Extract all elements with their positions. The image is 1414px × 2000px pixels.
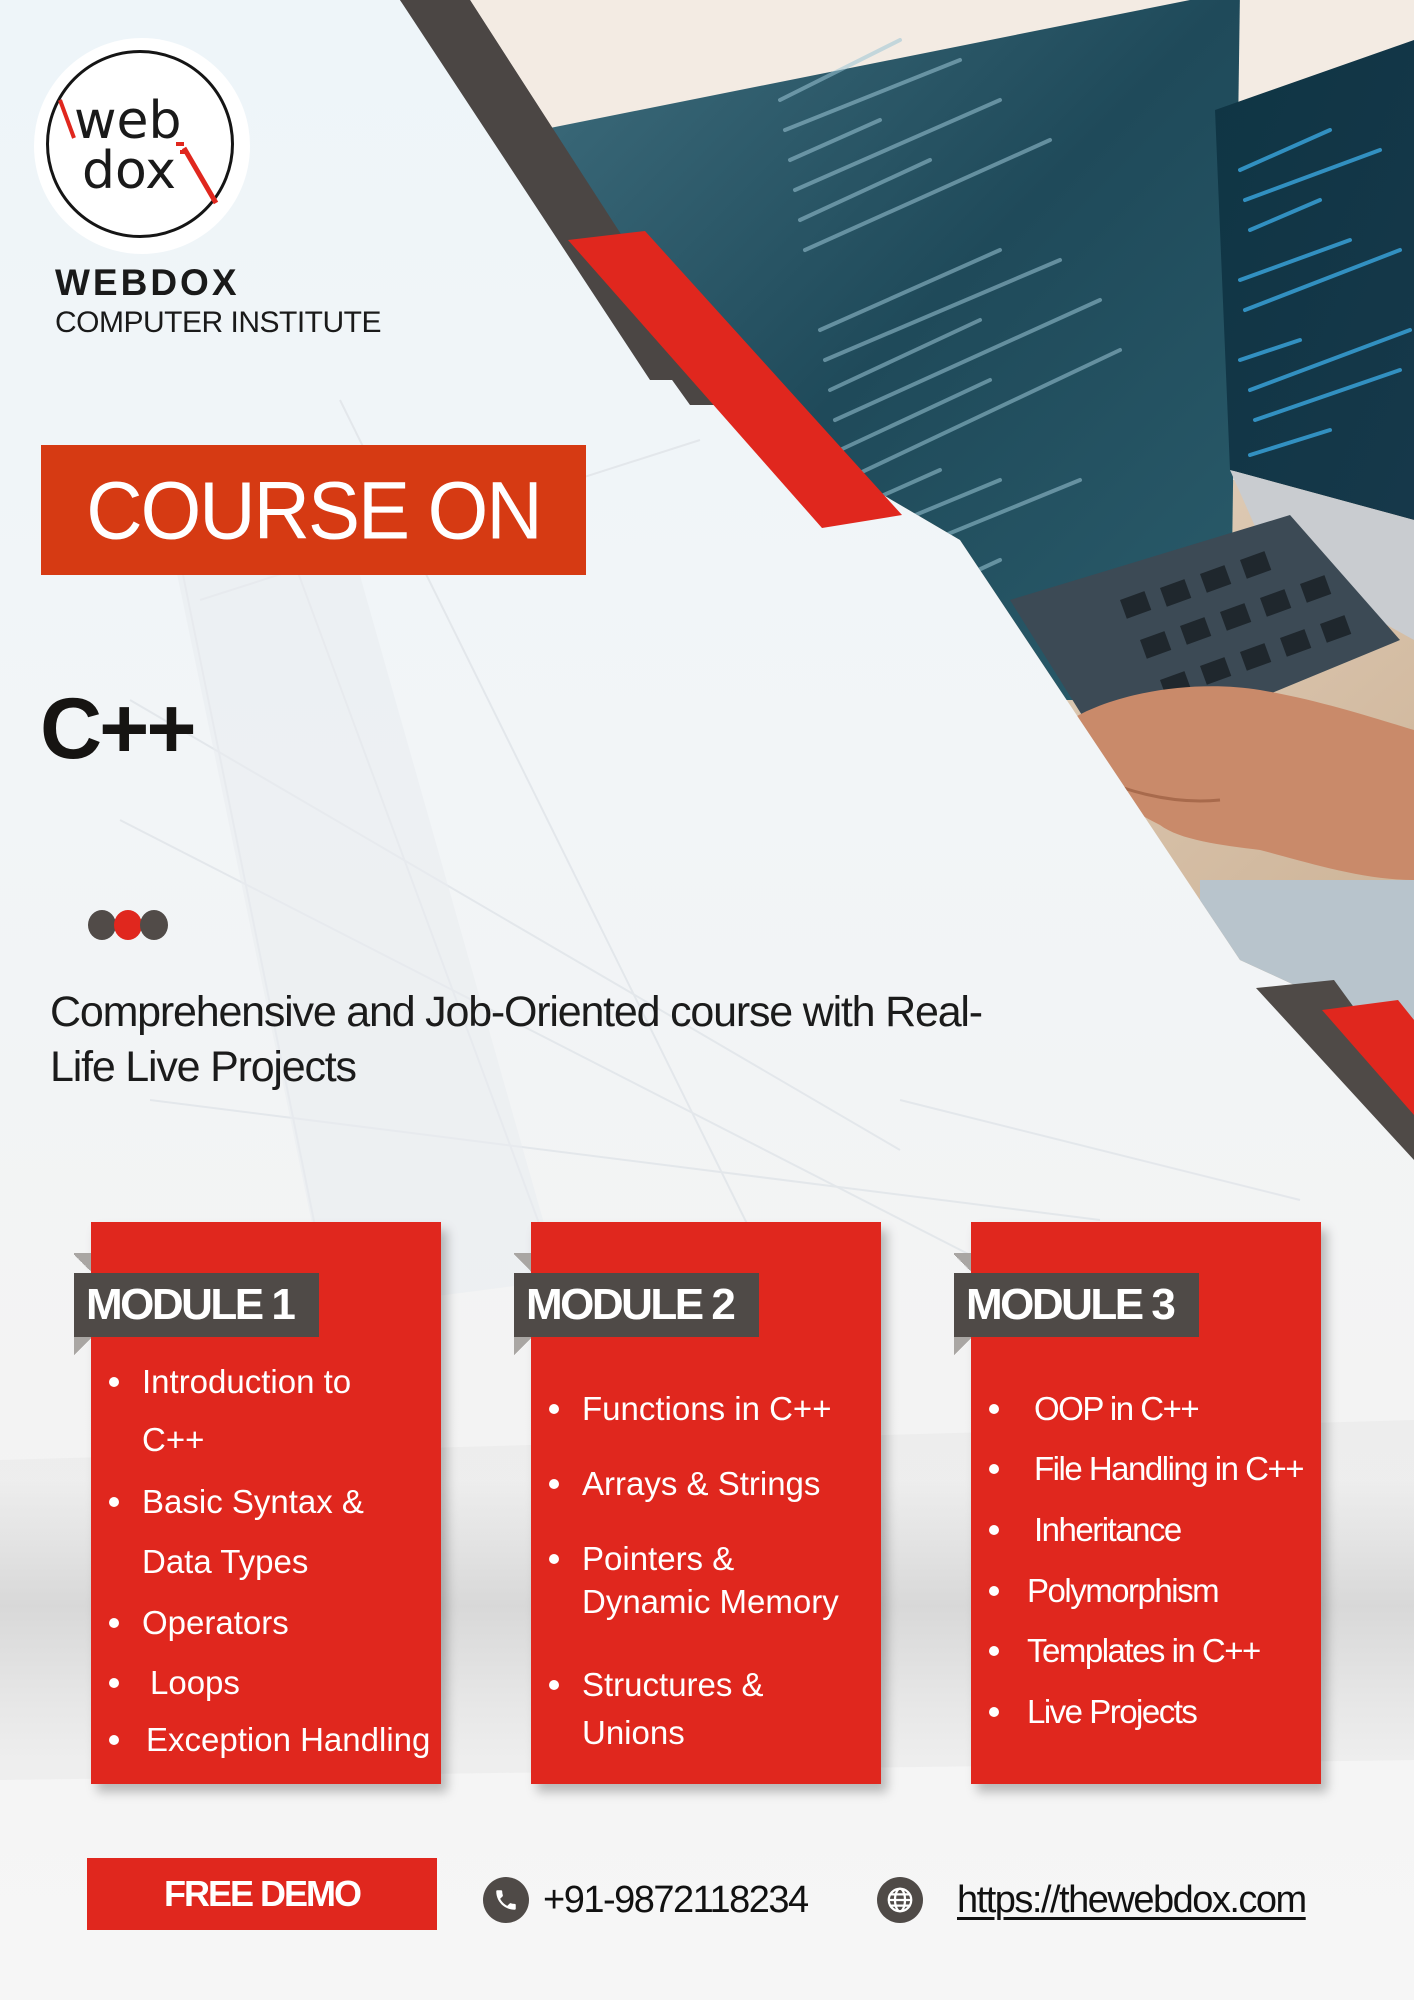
module-title: MODULE 3	[954, 1253, 1200, 1357]
module-topic: Inheritance	[989, 1505, 1182, 1555]
bullet-icon	[109, 1618, 119, 1628]
module-card-3: MODULE 3 OOP in C++ File Handling in C++…	[954, 1222, 1321, 1784]
module-card-2: MODULE 2 Functions in C++ Arrays & Strin…	[514, 1222, 881, 1784]
module-topic-continued: C++	[142, 1421, 205, 1458]
bullet-icon	[109, 1678, 119, 1688]
bullet-icon	[109, 1497, 119, 1507]
module-topic: OOP in C++	[989, 1384, 1200, 1434]
module-topic: Basic Syntax &	[109, 1477, 364, 1527]
website-contact[interactable]: https://thewebdox.com	[877, 1877, 1307, 1923]
module-topic: Polymorphism	[989, 1566, 1220, 1616]
bullet-icon	[109, 1377, 119, 1387]
brand-name: WEBDOX	[55, 262, 240, 303]
module-topic-continued: Dynamic Memory	[582, 1583, 839, 1620]
bullet-icon	[109, 1735, 119, 1745]
module-topic: Exception Handling	[109, 1715, 430, 1765]
brand-subtitle: COMPUTER INSTITUTE	[55, 306, 382, 339]
bullet-icon	[989, 1404, 999, 1414]
module-title: MODULE 2	[514, 1253, 760, 1357]
decorative-dots	[88, 910, 168, 940]
module-topic: Loops	[109, 1658, 240, 1708]
course-on-banner: COURSE ON	[41, 445, 586, 575]
tagline-line-1: Comprehensive and Job-Oriented course wi…	[50, 988, 983, 1036]
course-on-label: COURSE ON	[86, 463, 542, 556]
dot-gray	[88, 910, 116, 940]
phone-contact[interactable]: +91-9872118234	[483, 1877, 809, 1923]
dot-gray	[140, 910, 168, 940]
website-link[interactable]: https://thewebdox.com	[957, 1879, 1307, 1922]
phone-number: +91-9872118234	[543, 1878, 809, 1921]
module-topic: Templates in C++	[989, 1626, 1261, 1676]
module-title: MODULE 1	[74, 1253, 320, 1357]
bullet-icon	[989, 1525, 999, 1535]
module-topic: Introduction to	[109, 1357, 351, 1407]
bullet-icon	[989, 1464, 999, 1474]
dot-red	[114, 910, 142, 940]
course-name: C++	[40, 681, 197, 777]
desk-scene	[470, 0, 1414, 1040]
module-topic: Arrays & Strings	[549, 1459, 820, 1509]
phone-icon	[483, 1877, 529, 1923]
bullet-icon	[549, 1554, 559, 1564]
module-topic: Operators	[109, 1598, 289, 1648]
module-card-1: MODULE 1 Introduction to C++ Basic Synta…	[74, 1222, 441, 1784]
logo-text-bottom: dox	[82, 141, 176, 201]
globe-icon	[877, 1877, 923, 1923]
module-topic: Structures &	[549, 1660, 764, 1710]
webdox-logo: web dox	[34, 38, 250, 254]
bullet-icon	[549, 1680, 559, 1690]
logo-mark: web dox	[58, 91, 219, 205]
module-topic: Live Projects	[989, 1687, 1198, 1737]
bullet-icon	[989, 1586, 999, 1596]
bullet-icon	[549, 1479, 559, 1489]
free-demo-button[interactable]: FREE DEMO	[87, 1858, 437, 1930]
module-topic-continued: Unions	[582, 1714, 685, 1751]
module-topic-continued: Data Types	[142, 1543, 309, 1580]
tagline-line-2: Life Live Projects	[50, 1043, 357, 1091]
bullet-icon	[989, 1646, 999, 1656]
module-topic: Functions in C++	[549, 1384, 831, 1434]
course-poster: web dox WEBDOX COMPUTER INSTITUTE COURSE…	[0, 0, 1414, 2000]
bullet-icon	[989, 1707, 999, 1717]
tagline: Comprehensive and Job-Oriented course wi…	[50, 985, 1150, 1095]
module-topic: File Handling in C++	[989, 1444, 1305, 1494]
bullet-icon	[549, 1404, 559, 1414]
